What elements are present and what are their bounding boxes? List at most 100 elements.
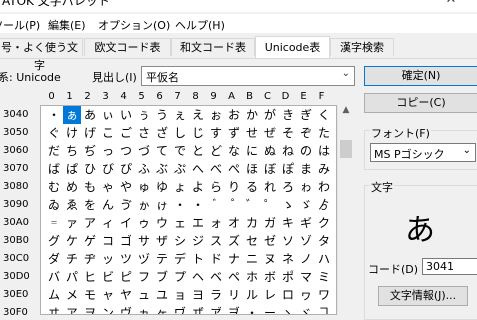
char-cell[interactable]: ょ	[171, 178, 189, 196]
char-cell[interactable]: ヵ	[135, 304, 153, 314]
char-cell[interactable]: フ	[135, 268, 153, 286]
char-cell[interactable]: ロ	[279, 286, 297, 304]
close-icon[interactable]: ✕	[425, 0, 477, 12]
char-cell[interactable]: サ	[135, 232, 153, 250]
char-cell[interactable]: ヶ	[153, 304, 171, 314]
char-cell[interactable]: ヸ	[189, 304, 207, 314]
char-cell[interactable]: ヌ	[261, 250, 279, 268]
tab-unicode[interactable]: Unicode表	[255, 36, 330, 58]
char-cell[interactable]: か	[243, 106, 261, 124]
char-cell[interactable]: ぜ	[261, 124, 279, 142]
char-cell[interactable]: ー	[261, 304, 279, 314]
tab-western-code[interactable]: 欧文コード表	[84, 38, 171, 56]
char-cell[interactable]: じ	[189, 124, 207, 142]
char-cell[interactable]: ゠	[45, 214, 63, 232]
char-cell[interactable]: ち	[63, 142, 81, 160]
char-cell[interactable]: ヽ	[279, 304, 297, 314]
tab-japanese-code[interactable]: 和文コード表	[171, 38, 255, 56]
char-cell[interactable]: ぼ	[261, 160, 279, 178]
char-cell[interactable]: く	[315, 106, 333, 124]
char-cell[interactable]: キ	[279, 214, 297, 232]
char-cell[interactable]: ヹ	[207, 304, 225, 314]
char-cell[interactable]: げ	[81, 124, 99, 142]
char-cell[interactable]: モ	[81, 286, 99, 304]
char-cell[interactable]: ワ	[315, 286, 333, 304]
char-cell[interactable]: で	[171, 142, 189, 160]
char-cell[interactable]: ギ	[297, 214, 315, 232]
char-cell[interactable]: が	[261, 106, 279, 124]
char-cell[interactable]: ヱ	[63, 304, 81, 314]
char-cell[interactable]: ヤ	[117, 286, 135, 304]
char-cell[interactable]: ゑ	[63, 196, 81, 214]
scroll-thumb[interactable]	[340, 140, 352, 158]
char-cell[interactable]: ゙	[207, 196, 225, 214]
char-cell[interactable]: テ	[153, 250, 171, 268]
char-cell[interactable]: ゎ	[297, 178, 315, 196]
char-cell[interactable]: ズ	[225, 232, 243, 250]
char-cell[interactable]: や	[117, 178, 135, 196]
char-cell[interactable]: ゐ	[45, 196, 63, 214]
char-cell[interactable]: ぢ	[81, 142, 99, 160]
char-cell[interactable]: タ	[315, 232, 333, 250]
char-cell[interactable]: を	[81, 196, 99, 214]
char-cell[interactable]: づ	[135, 142, 153, 160]
char-cell[interactable]: ボ	[261, 268, 279, 286]
char-cell[interactable]: そ	[279, 124, 297, 142]
char-cell[interactable]: ぱ	[63, 160, 81, 178]
font-select[interactable]: MS Pゴシック ⌄	[370, 143, 476, 162]
char-info-button[interactable]: 文字情報(J)...	[378, 286, 468, 306]
char-cell[interactable]: お	[225, 106, 243, 124]
char-cell[interactable]: ・	[171, 196, 189, 214]
char-cell[interactable]: び	[99, 160, 117, 178]
char-cell[interactable]: ケ	[63, 232, 81, 250]
char-cell[interactable]: れ	[261, 178, 279, 196]
char-cell[interactable]: シ	[171, 232, 189, 250]
char-cell[interactable]: エ	[189, 214, 207, 232]
char-cell[interactable]: い	[117, 106, 135, 124]
char-cell[interactable]: レ	[261, 286, 279, 304]
char-cell[interactable]: ジ	[189, 232, 207, 250]
char-cell[interactable]: ス	[207, 232, 225, 250]
char-cell[interactable]: ぞ	[297, 124, 315, 142]
char-cell[interactable]: ペ	[225, 268, 243, 286]
char-cell[interactable]: ふ	[135, 160, 153, 178]
char-cell[interactable]: ぅ	[135, 106, 153, 124]
char-cell[interactable]: ぽ	[279, 160, 297, 178]
char-cell[interactable]: バ	[45, 268, 63, 286]
char-cell[interactable]: あ	[81, 106, 99, 124]
char-cell[interactable]: よ	[189, 178, 207, 196]
char-cell[interactable]: ヺ	[225, 304, 243, 314]
char-cell[interactable]: ん	[99, 196, 117, 214]
char-cell[interactable]: ぷ	[171, 160, 189, 178]
char-cell[interactable]: ヲ	[81, 304, 99, 314]
char-cell[interactable]: チ	[63, 250, 81, 268]
char-cell[interactable]: ョ	[171, 286, 189, 304]
char-cell[interactable]: つ	[117, 142, 135, 160]
char-cell[interactable]: グ	[45, 232, 63, 250]
char-cell[interactable]: ト	[189, 250, 207, 268]
char-cell[interactable]: マ	[297, 268, 315, 286]
grid-scrollbar[interactable]: ▲	[337, 105, 354, 315]
char-cell[interactable]: と	[189, 142, 207, 160]
char-cell[interactable]: せ	[243, 124, 261, 142]
char-cell[interactable]: ご	[117, 124, 135, 142]
char-cell[interactable]: に	[243, 142, 261, 160]
char-cell[interactable]: ず	[225, 124, 243, 142]
char-cell[interactable]: こ	[99, 124, 117, 142]
char-cell[interactable]: べ	[207, 160, 225, 178]
char-cell[interactable]: も	[81, 178, 99, 196]
char-cell[interactable]: ぴ	[117, 160, 135, 178]
tab-frequent-symbols[interactable]: 号・よく使う文字	[0, 38, 83, 72]
char-cell[interactable]: け	[63, 124, 81, 142]
char-cell[interactable]: ヘ	[189, 268, 207, 286]
char-cell[interactable]: ぉ	[207, 106, 225, 124]
char-cell[interactable]: ・	[189, 196, 207, 214]
menu-tools[interactable]: ツール(P)	[0, 17, 40, 33]
char-cell[interactable]: ュ	[135, 286, 153, 304]
char-cell[interactable]: ヅ	[135, 250, 153, 268]
char-cell[interactable]: り	[225, 178, 243, 196]
tab-kanji-search[interactable]: 漢字検索	[330, 38, 394, 56]
char-cell[interactable]: ポ	[279, 268, 297, 286]
char-cell[interactable]: ゛	[243, 196, 261, 214]
char-cell[interactable]: ヰ	[45, 304, 63, 314]
